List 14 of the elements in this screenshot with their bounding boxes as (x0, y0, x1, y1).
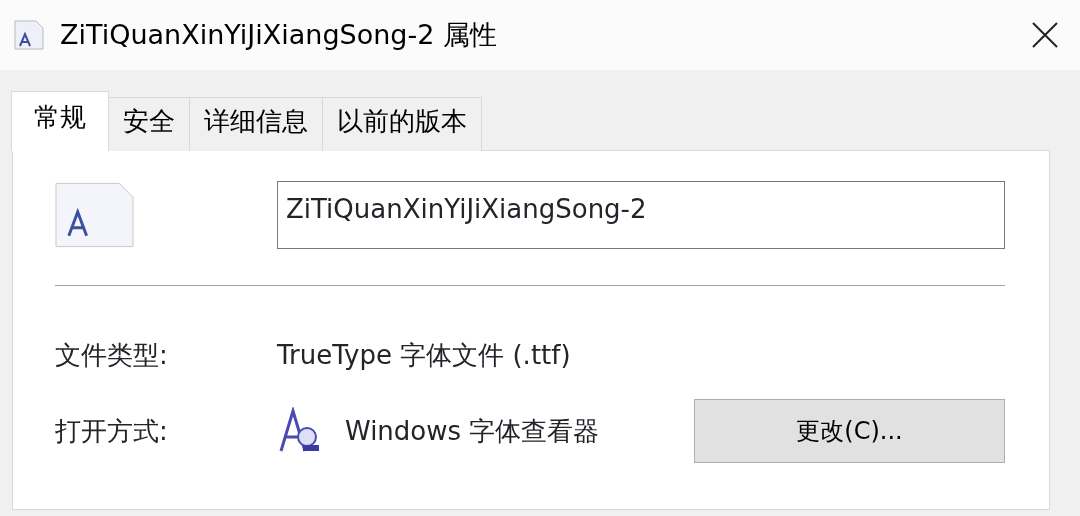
close-icon[interactable] (1031, 21, 1059, 49)
tab[interactable]: 安全 (108, 97, 190, 151)
tab[interactable]: 详细信息 (189, 97, 323, 151)
tab[interactable]: 以前的版本 (322, 97, 482, 151)
font-file-icon (12, 18, 46, 52)
property-value: TrueType 字体文件 (.ttf) (277, 339, 571, 372)
window-title: ZiTiQuanXinYiJiXiangSong-2 属性 (60, 17, 497, 52)
font-file-icon (55, 182, 134, 248)
app-name: Windows 字体查看器 (345, 414, 600, 448)
change-button[interactable]: 更改(C)... (694, 399, 1005, 463)
tab[interactable]: 常规 (11, 91, 109, 151)
property-label: 打开方式: (55, 414, 169, 448)
property-label: 文件类型: (55, 339, 169, 372)
file-name-field[interactable]: ZiTiQuanXinYiJiXiangSong-2 (277, 181, 1005, 249)
